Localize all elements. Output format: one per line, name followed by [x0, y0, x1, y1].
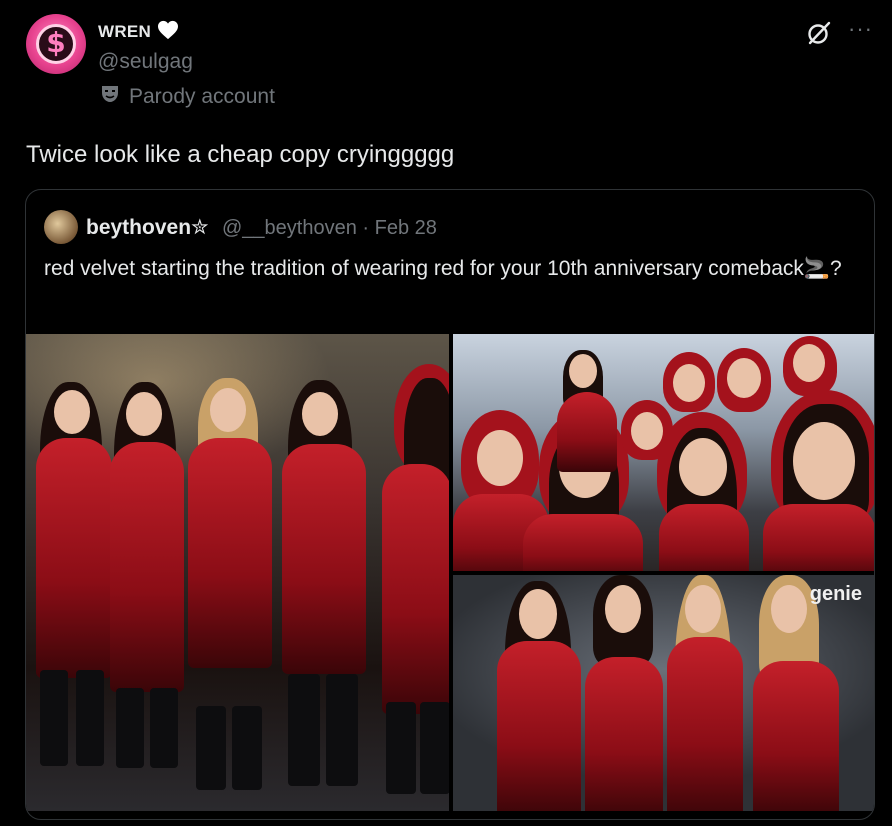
performer-outfit [110, 442, 184, 692]
performer-outfit [659, 504, 749, 571]
performer-outfit [585, 657, 663, 811]
performer-head [727, 358, 761, 398]
performer-boot [420, 702, 449, 794]
performer-boot [76, 670, 104, 766]
grok-icon[interactable] [806, 20, 832, 46]
parody-label: Parody account [129, 85, 275, 108]
quote-avatar[interactable] [44, 210, 78, 244]
performer-head [477, 430, 523, 486]
author-name[interactable]: WREN [98, 22, 151, 42]
performer-head [302, 392, 338, 436]
performer-outfit [523, 514, 643, 571]
performer-boot [386, 702, 416, 794]
avatar-glyph: $ [46, 26, 66, 59]
performer-head [685, 585, 721, 633]
performer-outfit [557, 392, 617, 472]
performer-head [569, 354, 597, 388]
performer-outfit [188, 438, 272, 668]
quote-text: red velvet starting the tradition of wea… [44, 257, 842, 280]
performer-outfit [763, 504, 874, 571]
performer-outfit [36, 438, 112, 678]
performer-outfit [382, 464, 449, 714]
performer-boot [116, 688, 144, 768]
performer-head [54, 390, 90, 434]
theater-mask-icon [102, 86, 118, 102]
performer-outfit [753, 661, 839, 811]
white-heart-icon [158, 20, 178, 40]
performer-outfit [497, 641, 581, 811]
performer-outfit [667, 637, 743, 811]
performer-boot [196, 706, 226, 790]
performer-head [679, 438, 727, 496]
performer-head [793, 344, 825, 382]
performer-boot [232, 706, 262, 790]
more-icon[interactable]: ··· [848, 18, 874, 44]
bottom-right-group-photo[interactable]: genie [453, 575, 874, 811]
performer-head [793, 422, 855, 500]
top-right-group-photo[interactable] [453, 334, 874, 571]
author-avatar[interactable]: $ [26, 14, 86, 74]
performer-head [631, 412, 663, 450]
performer-head [519, 589, 557, 639]
performer-head [673, 364, 705, 402]
performer-head [605, 585, 641, 633]
performer-boot [326, 674, 358, 786]
performer-outfit [282, 444, 366, 674]
tweet-text: Twice look like a cheap copy cryinggggg [26, 141, 455, 168]
genie-watermark: genie [809, 583, 862, 605]
quote-handle-date[interactable]: @__beythoven · Feb 28 [222, 217, 437, 240]
quote-author-name[interactable]: beythoven✮ [86, 215, 209, 240]
left-group-photo[interactable] [26, 334, 449, 811]
performer-head [126, 392, 162, 436]
performer-boot [288, 674, 320, 786]
author-handle[interactable]: @seulgag [98, 50, 193, 74]
performer-head [210, 388, 246, 432]
quoted-tweet[interactable]: beythoven✮ @__beythoven · Feb 28 red vel… [25, 189, 875, 820]
performer-boot [150, 688, 178, 768]
performer-head [771, 585, 807, 633]
performer-boot [40, 670, 68, 766]
